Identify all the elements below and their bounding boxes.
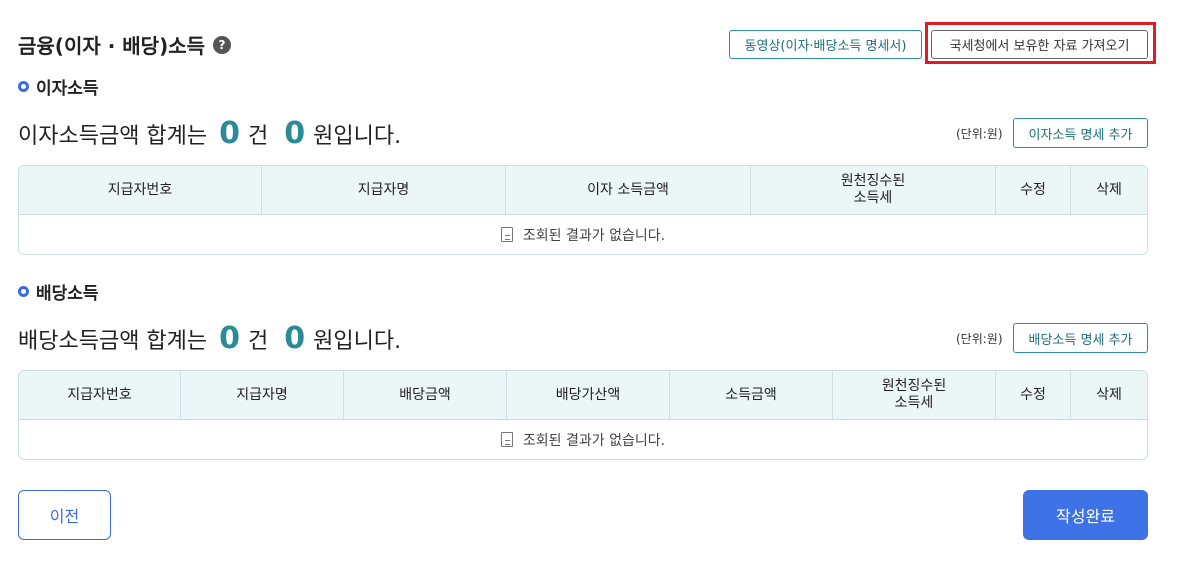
interest-count: 0 [219, 116, 241, 151]
interest-empty-text: 조회된 결과가 없습니다. [522, 227, 666, 244]
interest-section-label: 이자소득 [18, 74, 99, 99]
complete-button[interactable]: 작성완료 [1023, 490, 1148, 540]
dividend-count: 0 [219, 321, 241, 356]
dividend-unit-note: (단위:원) [956, 332, 1003, 346]
bullet-icon [18, 81, 29, 92]
page-title: 금융(이자 · 배당)소득 ? [18, 30, 232, 59]
interest-table: 지급자번호 지급자명 이자 소득금액 원천징수된 소득세 수정 삭제 조회된 결… [18, 165, 1148, 255]
dividend-col-edit: 수정 [996, 371, 1071, 419]
interest-section-label-text: 이자소득 [36, 79, 99, 99]
interest-summary: 이자소득금액 합계는 0 건 0 원입니다. [18, 116, 401, 151]
interest-col-payer-number: 지급자번호 [19, 166, 262, 214]
interest-summary-prefix: 이자소득금액 합계는 [18, 124, 208, 149]
add-dividend-button[interactable]: 배당소득 명세 추가 [1013, 323, 1148, 353]
page-title-text: 금융(이자 · 배당)소득 [18, 34, 206, 58]
interest-empty-row: 조회된 결과가 없습니다. [19, 215, 1147, 254]
help-icon[interactable]: ? [213, 35, 232, 54]
dividend-col-delete: 삭제 [1096, 386, 1122, 403]
document-icon [500, 227, 513, 242]
interest-col-payer-name: 지급자명 [262, 166, 506, 214]
add-interest-button[interactable]: 이자소득 명세 추가 [1013, 118, 1148, 148]
dividend-col-withheld-tax: 원천징수된 소득세 [833, 371, 996, 419]
dividend-summary: 배당소득금액 합계는 0 건 0 원입니다. [18, 321, 401, 356]
dividend-section-label-text: 배당소득 [36, 284, 99, 304]
video-guide-button[interactable]: 동영상(이자·배당소득 명세서) [729, 30, 922, 59]
dividend-empty-text: 조회된 결과가 없습니다. [522, 432, 666, 449]
import-nts-data-button[interactable]: 국세청에서 보유한 자료 가져오기 [931, 30, 1148, 59]
dividend-empty-row: 조회된 결과가 없습니다. [19, 420, 1147, 459]
document-icon [500, 432, 513, 447]
dividend-amount-suffix: 원입니다. [313, 329, 402, 354]
dividend-table: 지급자번호 지급자명 배당금액 배당가산액 소득금액 원천징수된 소득세 수정 … [18, 370, 1148, 460]
dividend-col-payer-number: 지급자번호 [19, 371, 181, 419]
interest-unit-note: (단위:원) [956, 127, 1003, 141]
interest-count-unit: 건 [248, 124, 269, 149]
interest-col-edit: 수정 [996, 166, 1071, 214]
bullet-icon [18, 286, 29, 297]
prev-button[interactable]: 이전 [18, 490, 111, 540]
dividend-amount: 0 [284, 321, 306, 356]
dividend-summary-prefix: 배당소득금액 합계는 [18, 329, 208, 354]
interest-amount: 0 [284, 116, 306, 151]
dividend-section-label: 배당소득 [18, 279, 99, 304]
dividend-count-unit: 건 [248, 329, 269, 354]
dividend-col-dividend-amount: 배당금액 [344, 371, 507, 419]
interest-table-header: 지급자번호 지급자명 이자 소득금액 원천징수된 소득세 수정 삭제 [19, 166, 1147, 215]
dividend-col-income-amount: 소득금액 [670, 371, 833, 419]
dividend-table-header: 지급자번호 지급자명 배당금액 배당가산액 소득금액 원천징수된 소득세 수정 … [19, 371, 1147, 420]
interest-col-income-amount: 이자 소득금액 [506, 166, 751, 214]
dividend-col-gross-up: 배당가산액 [507, 371, 670, 419]
interest-col-withheld-tax: 원천징수된 소득세 [751, 166, 996, 214]
interest-col-delete: 삭제 [1096, 181, 1122, 198]
dividend-col-payer-name: 지급자명 [181, 371, 344, 419]
interest-amount-suffix: 원입니다. [313, 124, 402, 149]
